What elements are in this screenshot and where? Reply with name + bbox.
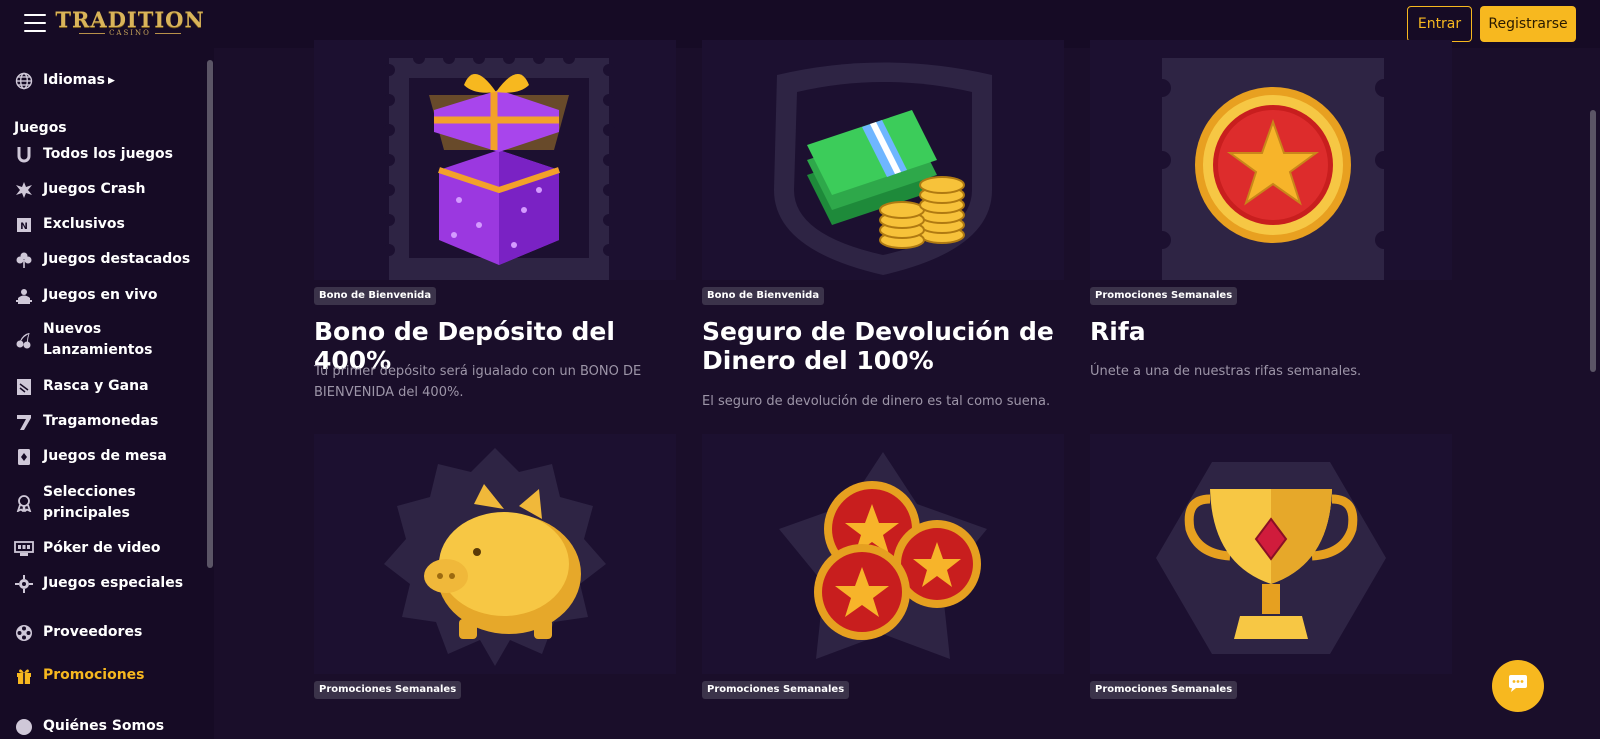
sidebar-item-exclusives[interactable]: N Exclusivos [14, 214, 125, 235]
promo-card-image [702, 434, 1064, 674]
video-poker-icon [14, 539, 34, 559]
sidebar-item-providers[interactable]: Proveedores [14, 622, 142, 643]
playing-card-icon [14, 447, 34, 467]
promo-description: Únete a una de nuestras rifas semanales. [1090, 364, 1362, 379]
sidebar-item-label: Exclusivos [43, 216, 125, 232]
sidebar-item-label: Juegos en vivo [43, 287, 158, 303]
explosion-icon [14, 180, 34, 200]
award-ribbon-icon [14, 493, 34, 513]
promo-card-image [702, 40, 1064, 280]
promo-category-badge: Promociones Semanales [1090, 287, 1238, 305]
sidebar: Idiomas ▶ Juegos Todos los juegos Juegos… [0, 48, 214, 739]
promo-description: Tu primer depósito será igualado con un … [314, 364, 642, 400]
sidebar-item-label: Juegos destacados [43, 251, 191, 267]
sidebar-item-label: Proveedores [43, 624, 143, 640]
svg-text:N: N [20, 222, 28, 232]
promo-category-badge: Promociones Semanales [1090, 681, 1238, 699]
sidebar-item-top-picks[interactable]: Selecciones principales [14, 482, 153, 524]
exclusive-icon: N [14, 215, 34, 235]
promo-title: Rifa [1090, 317, 1146, 346]
sidebar-item-slots[interactable]: Tragamonedas [14, 411, 158, 432]
promo-card-image [1090, 40, 1452, 280]
scratch-card-icon [14, 377, 34, 397]
promo-category-badge: Bono de Bienvenida [314, 287, 437, 305]
register-button[interactable]: Registrarse [1480, 6, 1576, 42]
sidebar-item-label: Todos los juegos [43, 146, 174, 162]
sidebar-item-label: Juegos Crash [43, 181, 146, 197]
promo-card-image [314, 40, 676, 280]
sidebar-item-label: Juegos de mesa [43, 448, 167, 464]
sidebar-item-label: Póker de video [43, 540, 161, 556]
logo-subtitle: CASINO [79, 29, 181, 37]
sidebar-item-special-games[interactable]: Juegos especiales [14, 573, 183, 594]
chat-bubble-icon [1507, 674, 1529, 698]
special-gear-icon [14, 574, 34, 594]
sidebar-item-languages[interactable]: Idiomas ▶ [14, 70, 115, 91]
live-dealer-icon [14, 286, 34, 306]
film-reel-icon [14, 623, 34, 643]
sidebar-item-label: Juegos especiales [43, 575, 184, 591]
promo-category-badge: Promociones Semanales [702, 681, 850, 699]
gift-icon [14, 666, 34, 686]
sidebar-item-label: Tragamonedas [43, 413, 159, 429]
sidebar-item-featured[interactable]: Juegos destacados [14, 249, 190, 270]
sidebar-item-table-games[interactable]: Juegos de mesa [14, 446, 167, 467]
games-heading: Juegos [14, 120, 67, 136]
hamburger-menu-icon[interactable] [24, 14, 46, 32]
promo-card-image [314, 434, 676, 674]
sidebar-item-label: Idiomas [43, 72, 106, 88]
logo-wordmark: TRADITION [55, 7, 205, 32]
info-icon [14, 717, 34, 737]
sidebar-item-label: Quiénes Somos [43, 718, 165, 734]
sidebar-item-label: Selecciones principales [43, 484, 136, 521]
sidebar-item-about[interactable]: Quiénes Somos [14, 716, 164, 737]
promo-description: El seguro de devolución de dinero es tal… [702, 394, 1051, 409]
sidebar-item-label: Rasca y Gana [43, 378, 149, 394]
promo-category-badge: Promociones Semanales [314, 681, 462, 699]
sidebar-item-new-releases[interactable]: Nuevos Lanzamientos [14, 319, 153, 361]
seven-icon [14, 412, 34, 432]
clover-icon [14, 250, 34, 270]
chat-support-button[interactable] [1492, 660, 1544, 712]
sidebar-item-label: Nuevos Lanzamientos [43, 321, 153, 358]
sidebar-scrollbar[interactable] [207, 60, 213, 568]
sidebar-item-promotions[interactable]: Promociones [14, 665, 145, 686]
promo-card-image [1090, 434, 1452, 674]
promo-category-badge: Bono de Bienvenida [702, 287, 825, 305]
main-scrollbar[interactable] [1590, 110, 1596, 372]
sidebar-item-all-games[interactable]: Todos los juegos [14, 144, 173, 165]
promo-title: Seguro de Devolución de Dinero del 100% [702, 317, 1054, 375]
sidebar-item-crash-games[interactable]: Juegos Crash [14, 179, 145, 200]
sidebar-item-live[interactable]: Juegos en vivo [14, 285, 158, 306]
caret-right-icon: ▶ [108, 75, 115, 86]
tradition-casino-logo[interactable]: TRADITION CASINO [55, 4, 203, 42]
sidebar-item-label: Promociones [43, 667, 145, 683]
globe-icon [14, 71, 34, 91]
sidebar-item-scratch[interactable]: Rasca y Gana [14, 376, 149, 397]
horseshoe-icon [14, 145, 34, 165]
cherries-icon [14, 330, 34, 350]
login-button[interactable]: Entrar [1407, 6, 1472, 42]
sidebar-item-video-poker[interactable]: Póker de video [14, 538, 161, 559]
